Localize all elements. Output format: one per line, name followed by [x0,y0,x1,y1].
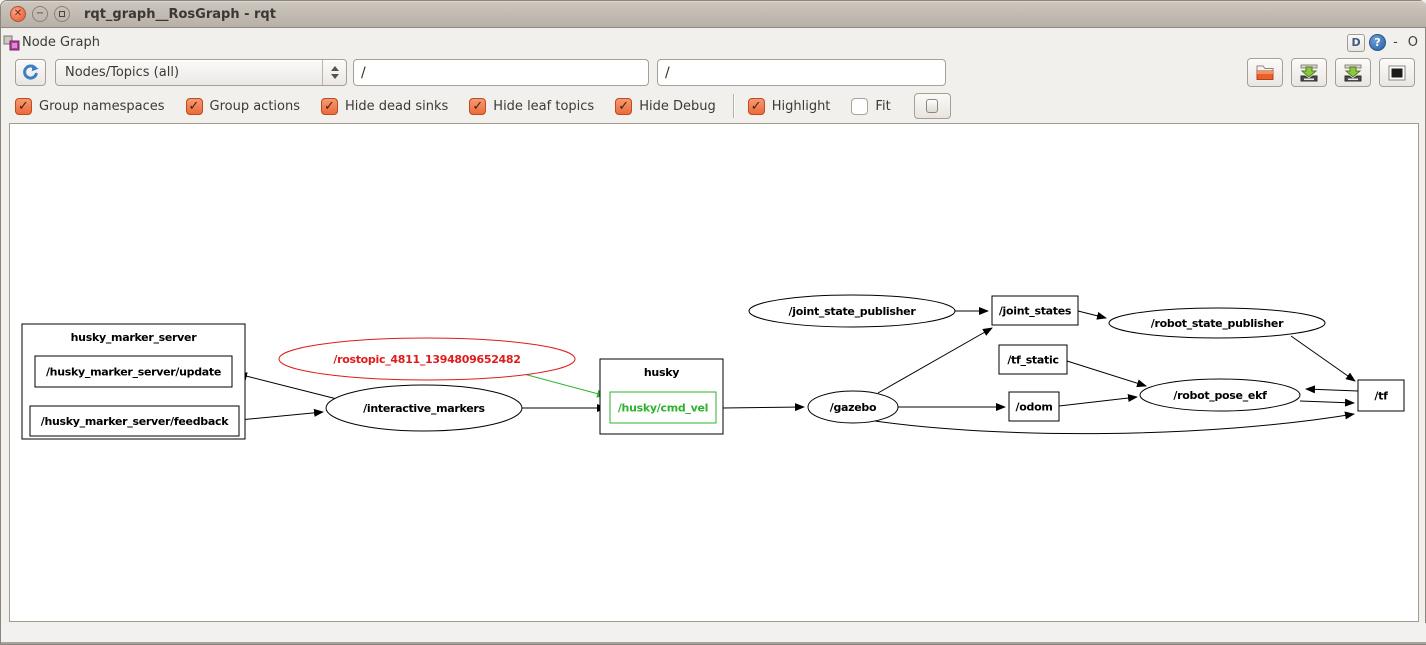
graph-node-feedback: /husky_marker_server/feedback [30,406,239,436]
options-separator [733,94,734,118]
maximize-icon [59,11,65,17]
graph-node-label: /robot_pose_ekf [1173,389,1267,402]
option-label: Hide leaf topics [493,99,594,114]
graph-node-label: /husky/cmd_vel [618,402,708,415]
status-bar [1,623,1426,644]
dock-header: Node Graph D ? - O [1,29,1426,56]
graph-edge:/husky_marker_server/feedback->/interactive_markers [239,412,323,420]
option-highlight[interactable]: ✓ Highlight [748,98,831,115]
option-group-actions[interactable]: ✓ Group actions [186,98,301,115]
dock-title: Node Graph [22,35,100,50]
graph-node-label: /tf [1374,390,1388,403]
graph-node-odom: /odom [1009,392,1059,421]
graph-node-label: husky [644,366,679,379]
graph-node-label: /joint_state_publisher [789,305,917,318]
graph-node-interactive_markers: /interactive_markers [326,385,522,431]
dock-close-button[interactable]: O [1405,35,1421,50]
graph-edge:/odom->/robot_pose_ekf [1059,397,1137,406]
save-dot-button[interactable] [1291,58,1327,87]
checkbox-unchecked-icon[interactable] [851,98,868,115]
dock-minimize-button[interactable]: - [1390,35,1401,50]
window-close-button[interactable]: ✕ [10,6,26,22]
window-minimize-button[interactable]: − [32,6,48,22]
graph-edge:/tf_static->/robot_pose_ekf [1067,361,1146,386]
checkbox-checked-icon[interactable]: ✓ [186,98,203,115]
graph-edge:/interactive_markers->/husky_marker_server/update [238,374,337,399]
save-image-button[interactable] [1335,58,1371,87]
graph-type-select[interactable]: Nodes/Topics (all) [55,59,347,86]
graph-node-rostopic: /rostopic_4811_1394809652482 [279,338,575,380]
options-bar: ✓ Group namespaces ✓ Group actions ✓ Hide dea… [1,91,1426,121]
open-dot-button[interactable] [1247,58,1283,87]
graph-node-label: /tf_static [1007,354,1058,367]
graph-edge:/husky/cmd_vel->/gazebo [723,407,804,408]
checkbox-checked-icon[interactable]: ✓ [321,98,338,115]
fit-in-view-icon [926,99,938,113]
black-square-icon [1388,65,1406,81]
checkbox-checked-icon[interactable]: ✓ [469,98,486,115]
graph-edge:/gazebo->/tf [868,414,1354,434]
graph-node-tf: /tf [1358,380,1404,411]
node-filter-input[interactable] [353,59,649,86]
save-icon [1343,64,1363,82]
refresh-icon [21,63,40,82]
window-maximize-button[interactable] [54,6,70,22]
graph-edge:/tf->/robot_pose_ekf [1306,389,1358,391]
option-label: Fit [875,99,890,114]
node-graph-icon [3,35,20,51]
refresh-button[interactable] [15,59,46,86]
graph-node-label: /odom [1016,401,1053,414]
option-hide-dead-sinks[interactable]: ✓ Hide dead sinks [321,98,448,115]
fit-in-view-button[interactable] [914,93,951,119]
rqt-window: { "window": { "title": "rqt_graph__RosGr… [0,0,1426,645]
topic-filter-input[interactable] [657,59,946,86]
option-label: Hide dead sinks [345,99,448,114]
graph-node-label: /robot_state_publisher [1151,317,1284,330]
graph-node-robot_state_publisher: /robot_state_publisher [1109,308,1325,338]
checkbox-checked-icon[interactable]: ✓ [615,98,632,115]
option-fit[interactable]: Fit [851,98,890,115]
graph-node-label: /husky_marker_server/feedback [41,415,229,428]
window-titlebar: ✕ − rqt_graph__RosGraph - rqt [1,1,1426,28]
dock-help-button[interactable]: ? [1369,34,1386,51]
checkbox-checked-icon[interactable]: ✓ [748,98,765,115]
graph-node-label: /gazebo [830,401,877,414]
graph-edge:/joint_states->/robot_state_publisher [1078,311,1106,318]
graph-node-joint_state_publisher: /joint_state_publisher [749,295,955,327]
window-title: rqt_graph__RosGraph - rqt [84,7,276,22]
option-label: Group actions [210,99,301,114]
snapshot-button[interactable] [1379,58,1415,87]
dock-dock-button[interactable]: D [1347,34,1365,52]
option-group-namespaces[interactable]: ✓ Group namespaces [15,98,165,115]
option-label: Group namespaces [39,99,165,114]
graph-node-gazebo: /gazebo [808,391,898,423]
graph-edge:/robot_pose_ekf->/tf [1300,401,1354,403]
graph-node-cmd_vel: /husky/cmd_vel [610,392,716,423]
option-hide-leaf-topics[interactable]: ✓ Hide leaf topics [469,98,594,115]
option-hide-debug[interactable]: ✓ Hide Debug [615,98,716,115]
graph-node-label: husky_marker_server [71,331,198,344]
graph-node-joint_states: /joint_states [992,296,1078,325]
checkbox-checked-icon[interactable]: ✓ [15,98,32,115]
graph-svg: husky_marker_serverhusky/husky_marker_se… [10,124,1418,621]
option-label: Highlight [772,99,831,114]
graph-canvas[interactable]: husky_marker_serverhusky/husky_marker_se… [9,123,1419,622]
combo-spinner-icon [322,60,346,85]
graph-node-label: /interactive_markers [363,402,485,415]
folder-icon [1255,64,1275,81]
graph-node-label: /joint_states [999,305,1072,318]
graph-node-label: /husky_marker_server/update [46,366,221,379]
graph-node-update: /husky_marker_server/update [35,356,232,387]
graph-toolbar: Nodes/Topics (all) [1,56,1426,90]
graph-node-label: /rostopic_4811_1394809652482 [333,353,520,366]
option-label: Hide Debug [639,99,716,114]
save-icon [1299,64,1319,82]
graph-type-value: Nodes/Topics (all) [56,65,322,80]
graph-node-robot_pose_ekf: /robot_pose_ekf [1140,379,1300,411]
graph-edge:/robot_state_publisher->/tf [1291,336,1355,381]
graph-edge:/rostopic_4811_1394809652482->/husky/cmd_vel [520,373,606,396]
graph-edge:/gazebo->/joint_states [878,328,992,393]
graph-node-tf_static: /tf_static [999,345,1067,374]
